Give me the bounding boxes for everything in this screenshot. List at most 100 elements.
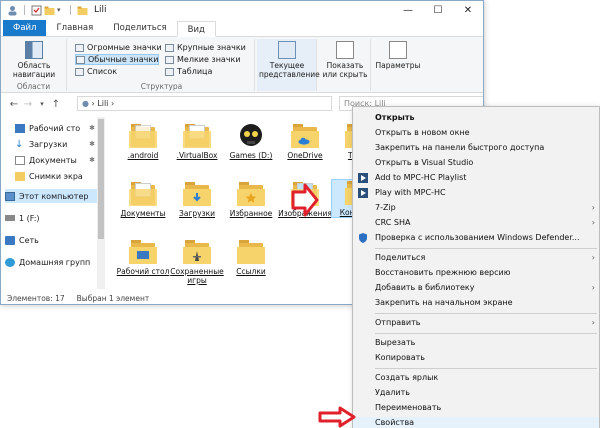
menu-item-add-to-library[interactable]: Добавить в библиотеку › — [353, 281, 599, 295]
layout-medium-icons[interactable]: Обычные значки — [75, 54, 160, 65]
options-button[interactable]: Параметры — [375, 41, 421, 70]
back-arrow-icon[interactable]: ← — [7, 99, 21, 110]
navigation-pane-button[interactable]: Область навигации — [5, 41, 63, 79]
minimize-button[interactable]: — — [393, 1, 423, 19]
menu-item-delete[interactable]: Удалить — [353, 386, 599, 400]
nav-item-this-pc[interactable]: Этот компьютер — [5, 189, 97, 203]
menu-item-pin-quick-access[interactable]: Закрепить на панели быстрого доступа — [353, 141, 599, 155]
user-folder-icon[interactable] — [7, 5, 18, 16]
menu-item-pin-start[interactable]: Закрепить на начальном экране — [353, 296, 599, 310]
file-item[interactable]: Загрузки — [169, 181, 225, 218]
menu-item-share[interactable]: Поделиться › — [353, 251, 599, 265]
menu-item-restore-version[interactable]: Восстановить прежнюю версию — [353, 266, 599, 280]
layout-extra-large-icons[interactable]: Огромные значки — [75, 42, 162, 53]
file-item[interactable]: OneDrive — [277, 123, 333, 160]
menu-item-create-shortcut[interactable]: Создать ярлык — [353, 371, 599, 385]
extra-large-icons-icon — [75, 43, 84, 52]
ribbon-tabs: Файл Главная Поделиться Вид — [1, 19, 483, 37]
nav-scrollbar[interactable] — [97, 117, 105, 289]
layout-small-icons[interactable]: Мелкие значки — [165, 54, 241, 65]
menu-item-label: Поделиться — [375, 253, 426, 262]
mpc-icon — [358, 188, 368, 198]
menu-item-7zip[interactable]: 7-Zip › — [353, 201, 599, 215]
quick-access-toolbar: ▾ — [1, 5, 88, 16]
nav-item-desktop[interactable]: Рабочий сто ✱ — [15, 121, 95, 135]
ribbon-group-label: Области — [16, 82, 51, 91]
file-name: Games (D:) — [229, 151, 273, 160]
file-item[interactable]: Избранное — [223, 181, 279, 218]
menu-item-cut[interactable]: Вырезать — [353, 336, 599, 350]
tab-view[interactable]: Вид — [176, 21, 216, 37]
nav-item-label: 1 (F:) — [19, 213, 40, 223]
layout-details[interactable]: Таблица — [165, 66, 212, 77]
forward-arrow-icon[interactable]: → — [21, 99, 35, 110]
file-item[interactable]: .VirtualBox — [169, 123, 225, 160]
menu-item-send-to[interactable]: Отправить › — [353, 316, 599, 330]
chevron-down-icon[interactable]: ▾ — [57, 5, 64, 16]
menu-item-windows-defender[interactable]: Проверка с использованием Windows Defend… — [353, 231, 599, 245]
downloads-folder-icon — [183, 181, 211, 207]
nav-item-homegroup[interactable]: Домашняя групп — [5, 255, 93, 269]
tab-home[interactable]: Главная — [46, 20, 103, 36]
nav-item-network[interactable]: Сеть — [5, 233, 93, 247]
menu-item-rename[interactable]: Переименовать — [353, 401, 599, 415]
details-icon — [165, 67, 174, 76]
menu-item-label: Копировать — [375, 353, 425, 362]
show-hide-icon — [336, 41, 354, 59]
address-bar[interactable]: ● › Lili › — [77, 96, 332, 111]
file-name: Рабочий стол — [116, 267, 170, 276]
file-item[interactable]: Сохраненные игры — [169, 239, 225, 285]
menu-item-play-mpc[interactable]: Play with MPC-HC — [353, 186, 599, 200]
file-item[interactable]: .android — [115, 123, 171, 160]
ribbon-group-areas: Область навигации Области — [1, 39, 67, 91]
show-hide-button[interactable]: Показать или скрыть — [321, 41, 369, 79]
new-folder-icon[interactable] — [44, 5, 55, 16]
file-name: Загрузки — [179, 209, 215, 218]
recent-locations-chevron-icon[interactable]: ▾ — [35, 100, 49, 108]
close-button[interactable]: ✕ — [453, 1, 483, 19]
menu-item-label: Отправить — [375, 318, 421, 327]
file-item[interactable]: Документы — [115, 181, 171, 218]
menu-item-crc-sha[interactable]: CRC SHA › — [353, 216, 599, 230]
menu-item-label: Добавить в библиотеку — [375, 283, 475, 292]
file-item[interactable]: Рабочий стол — [115, 239, 171, 276]
tab-file[interactable]: Файл — [3, 20, 47, 36]
breadcrumb-item[interactable]: Lili — [97, 99, 108, 108]
menu-item-properties[interactable]: Свойства — [353, 417, 599, 428]
saved-games-folder-icon — [183, 239, 211, 265]
menu-item-open-new-window[interactable]: Открыть в новом окне — [353, 126, 599, 140]
nav-item-drive-f[interactable]: 1 (F:) — [5, 211, 93, 225]
nav-item-documents[interactable]: Документы ✱ — [15, 153, 95, 167]
scrollbar-thumb[interactable] — [98, 119, 104, 239]
file-name: Сохраненные игры — [170, 267, 224, 285]
layout-large-icons[interactable]: Крупные значки — [165, 42, 246, 53]
layout-list[interactable]: Список — [75, 66, 117, 77]
file-item[interactable]: Ссылки — [223, 239, 279, 276]
menu-item-label: Закрепить на начальном экране — [375, 298, 513, 307]
menu-item-open-visual-studio[interactable]: Открыть в Visual Studio — [353, 156, 599, 170]
context-menu: Открыть Открыть в новом окне Закрепить н… — [352, 106, 600, 428]
mpc-icon — [358, 173, 368, 183]
menu-item-add-mpc-playlist[interactable]: Add to MPC-HC Playlist — [353, 171, 599, 185]
current-view-button[interactable]: Текущее представление — [259, 41, 320, 79]
nav-item-downloads[interactable]: ↓ Загрузки ✱ — [15, 137, 95, 151]
file-item[interactable]: Games (D:) — [223, 123, 279, 160]
file-name: Ссылки — [236, 267, 266, 276]
pin-icon: ✱ — [89, 140, 95, 148]
up-arrow-icon[interactable]: ↑ — [49, 99, 63, 110]
item-count: Элементов: 17 — [7, 293, 65, 303]
properties-icon[interactable] — [31, 5, 42, 16]
nav-item-label: Документы — [29, 155, 77, 165]
menu-item-open[interactable]: Открыть — [353, 111, 599, 125]
nav-item-screenshots[interactable]: Снимки экра — [15, 169, 95, 183]
desktop-icon — [15, 123, 25, 133]
menu-item-label: CRC SHA — [375, 218, 411, 227]
layout-label: Мелкие значки — [177, 55, 241, 64]
file-name: Избранное — [229, 209, 273, 218]
ribbon-group-label: Структура — [140, 82, 183, 91]
tab-share[interactable]: Поделиться — [103, 20, 176, 36]
menu-separator — [375, 368, 597, 369]
maximize-button[interactable]: ☐ — [423, 1, 453, 19]
menu-item-copy[interactable]: Копировать — [353, 351, 599, 365]
menu-item-label: Удалить — [375, 388, 410, 397]
